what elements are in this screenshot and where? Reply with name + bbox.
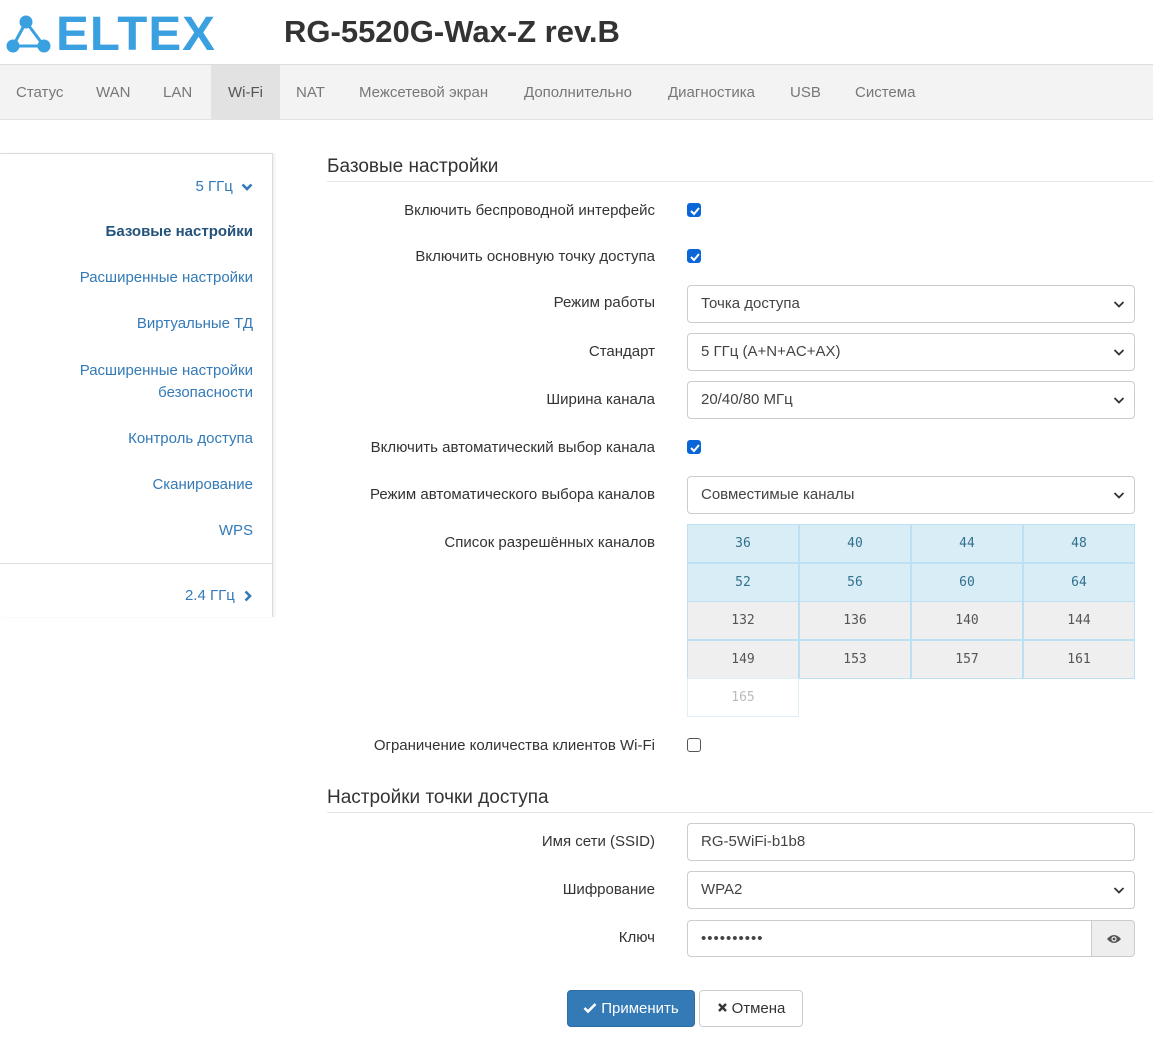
tab-nat[interactable]: NAT [280,65,341,120]
sidebar-item-advanced-security[interactable]: Расширенные настройки безопасности [80,360,253,404]
chevron-down-icon [241,183,253,191]
channel-cell[interactable]: 40 [799,524,911,563]
label-auto-channel-mode: Режим автоматического выбора каналов [369,486,655,503]
cancel-button[interactable]: Отмена [699,990,803,1027]
select-standard-value: 5 ГГц (A+N+AC+AX) [701,343,841,360]
section-title-basic: Базовые настройки [327,156,1153,182]
select-encryption-value: WPA2 [701,881,743,898]
channel-cell[interactable]: 60 [911,562,1023,602]
check-icon [690,444,700,453]
label-allowed-channels: Список разрешённых каналов [444,534,655,551]
label-mode: Режим работы [553,294,655,311]
key-input[interactable]: •••••••••• [687,920,1092,957]
close-icon [717,1003,727,1012]
cancel-button-label: Отмена [731,1000,786,1017]
select-channel-width[interactable]: 20/40/80 МГц [687,381,1135,419]
channel-cell[interactable]: 140 [911,601,1023,640]
channel-cell: 165 [687,678,799,717]
tab-advanced[interactable]: Дополнительно [508,65,648,120]
tab-wifi[interactable]: Wi-Fi [211,65,280,120]
ssid-input[interactable]: RG-5WiFi-b1b8 [687,823,1135,861]
sidebar-item-scanning[interactable]: Сканирование [152,474,253,496]
tab-wan[interactable]: WAN [80,65,146,120]
label-key: Ключ [618,929,655,946]
channel-cell[interactable]: 153 [799,639,911,679]
channel-cell[interactable]: 36 [687,524,799,563]
chevron-right-icon [244,590,252,602]
apply-button[interactable]: Применить [567,990,695,1027]
tab-system[interactable]: Система [839,65,931,120]
select-encryption[interactable]: WPA2 [687,871,1135,909]
label-standard: Стандарт [588,343,655,360]
chevron-down-icon [1113,887,1125,894]
select-auto-channel-mode-value: Совместимые каналы [701,486,855,503]
sidebar-item-advanced-security-line1: Расширенные настройки [79,362,253,379]
label-client-limit: Ограничение количества клиентов Wi-Fi [373,737,655,754]
check-icon [583,1002,597,1013]
chevron-down-icon [1113,492,1125,499]
channel-cell[interactable]: 136 [799,601,911,640]
show-password-button[interactable] [1091,920,1135,957]
channel-cell[interactable]: 161 [1023,639,1135,679]
chevron-down-icon [1113,397,1125,404]
key-input-value: •••••••••• [701,930,764,947]
checkbox-enable-main-ap[interactable] [687,249,701,263]
tab-lan[interactable]: LAN [147,65,208,120]
sidebar-item-access-control[interactable]: Контроль доступа [128,428,253,450]
sidebar-item-basic-settings[interactable]: Базовые настройки [106,221,253,243]
check-icon [690,207,700,216]
sidebar: 5 ГГц Базовые настройки Расширенные наст… [0,153,273,617]
channel-cell[interactable]: 144 [1023,601,1135,640]
tab-firewall[interactable]: Межсетевой экран [343,65,504,120]
label-enable-main-ap: Включить основную точку доступа [415,248,655,265]
checkbox-client-limit[interactable] [687,738,701,752]
check-icon [690,253,700,262]
sidebar-band-5ghz[interactable]: 5 ГГц [195,176,253,198]
apply-button-label: Применить [601,1000,679,1017]
select-auto-channel-mode[interactable]: Совместимые каналы [687,476,1135,514]
sidebar-divider [0,563,272,564]
channel-cell[interactable]: 56 [799,562,911,602]
label-channel-width: Ширина канала [546,391,655,408]
tab-usb[interactable]: USB [774,65,837,120]
channel-cell[interactable]: 149 [687,639,799,679]
label-ssid: Имя сети (SSID) [541,833,655,850]
top-navigation: Статус WAN LAN Wi-Fi NAT Межсетевой экра… [0,64,1153,120]
label-auto-channel: Включить автоматический выбор канала [370,439,655,456]
channel-cell[interactable]: 44 [911,524,1023,563]
sidebar-band-24ghz[interactable]: 2.4 ГГц [185,585,253,607]
select-channel-width-value: 20/40/80 МГц [701,391,793,408]
sidebar-item-advanced-security-line2: безопасности [158,384,253,401]
checkbox-enable-wireless[interactable] [687,203,701,217]
device-model-title: RG-5520G-Wax-Z rev.B [284,14,620,49]
select-mode-value: Точка доступа [701,295,800,312]
channel-cell[interactable]: 132 [687,601,799,640]
svg-text:ELTEX: ELTEX [56,8,216,56]
eltex-logo: ELTEX [6,8,216,56]
sidebar-band-5ghz-label: 5 ГГц [195,178,233,195]
sidebar-item-virtual-aps[interactable]: Виртуальные ТД [137,313,253,335]
channel-cell[interactable]: 157 [911,639,1023,679]
label-enable-wireless: Включить беспроводной интерфейс [404,202,655,219]
label-encryption: Шифрование [562,881,655,898]
sidebar-band-24ghz-label: 2.4 ГГц [184,587,235,604]
select-mode[interactable]: Точка доступа [687,285,1135,323]
tab-diagnostics[interactable]: Диагностика [652,65,771,120]
header: ELTEX RG-5520G-Wax-Z rev.B [0,0,1153,64]
key-field-group: •••••••••• [687,920,1135,957]
sidebar-item-advanced-settings[interactable]: Расширенные настройки [80,267,253,289]
eye-icon [1107,935,1121,943]
checkbox-auto-channel[interactable] [687,440,701,454]
sidebar-item-wps[interactable]: WPS [219,520,253,542]
chevron-down-icon [1113,301,1125,308]
tab-status[interactable]: Статус [0,65,79,120]
channel-cell[interactable]: 64 [1023,562,1135,602]
ssid-input-value: RG-5WiFi-b1b8 [701,833,806,850]
channel-cell[interactable]: 52 [687,562,799,602]
section-title-ap: Настройки точки доступа [327,787,1153,813]
chevron-down-icon [1113,349,1125,356]
channel-cell[interactable]: 48 [1023,524,1135,563]
select-standard[interactable]: 5 ГГц (A+N+AC+AX) [687,333,1135,371]
